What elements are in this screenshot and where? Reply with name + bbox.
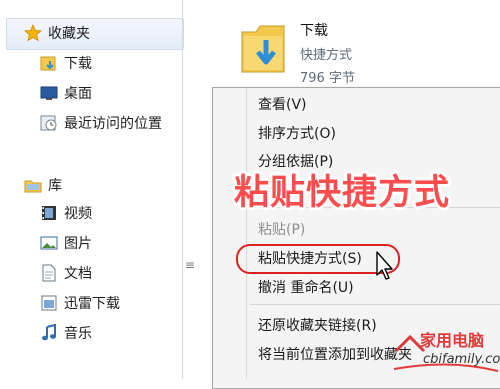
file-name[interactable]: 下载 [300,20,328,40]
library-icon [24,176,42,194]
overlay-title: 粘贴快捷方式 [234,173,451,213]
menu-item-add-current[interactable]: 将当前位置添加到收藏夹 [258,344,412,364]
menu-item-paste: 粘贴(P) [258,222,306,238]
nav-desktop-label: 桌面 [64,86,92,102]
file-size: 796 字节 [300,71,355,86]
nav-recent[interactable]: 最近访问的位置 [40,110,162,136]
nav-music-label: 音乐 [64,326,92,342]
nav-library[interactable]: 库 [24,172,62,198]
nav-documents[interactable]: 文档 [40,260,92,286]
nav-pictures-label: 图片 [64,236,92,252]
nav-pictures[interactable]: 图片 [40,230,92,256]
context-menu-gutter [246,88,247,379]
menu-item-restore-favorites[interactable]: 还原收藏夹链接(R) [258,315,377,335]
pane-divider[interactable] [182,0,183,379]
nav-favorites[interactable]: 收藏夹 [23,20,90,46]
nav-thunder-downloads[interactable]: 迅雷下载 [40,290,120,316]
music-note-icon [40,323,58,342]
nav-videos[interactable]: 视频 [40,200,92,226]
file-type: 快捷方式 [300,48,353,63]
desktop-icon [40,84,58,102]
nav-downloads[interactable]: 下载 [40,50,92,76]
menu-item-paste-shortcut[interactable]: 粘贴快捷方式(S) [258,248,362,268]
recent-places-icon [40,114,58,132]
pictures-icon [40,234,58,252]
menu-separator [250,304,500,305]
nav-recent-label: 最近访问的位置 [64,116,162,132]
navigation-pane: 收藏夹 下载 桌面 最近访问的位置 库 视频 图片 文档 迅雷下载 音乐 [0,0,184,379]
menu-item-sort[interactable]: 排序方式(O) [258,123,336,143]
nav-desktop[interactable]: 桌面 [40,80,92,106]
menu-item-undo-rename[interactable]: 撤消 重命名(U) [258,277,354,297]
downloads-folder-icon [40,54,58,72]
menu-item-view[interactable]: 查看(V) [258,94,307,114]
nav-documents-label: 文档 [64,266,92,282]
nav-music[interactable]: 音乐 [40,320,92,346]
watermark-title: 家用电脑 [420,331,485,350]
nav-thunder-label: 迅雷下载 [64,296,120,312]
mouse-cursor-icon [375,251,395,281]
nav-videos-label: 视频 [64,206,92,222]
nav-library-label: 库 [48,178,62,194]
download-shortcut-folder-icon[interactable] [238,18,288,80]
thunder-downloads-icon [40,294,58,312]
video-icon [40,204,58,222]
watermark-site: cbifamily.com [423,352,500,367]
nav-favorites-label: 收藏夹 [48,26,90,42]
nav-downloads-label: 下载 [64,56,92,72]
pane-resize-grip-icon[interactable]: ≡ [185,258,195,272]
documents-icon [40,264,58,282]
star-icon [23,23,43,42]
